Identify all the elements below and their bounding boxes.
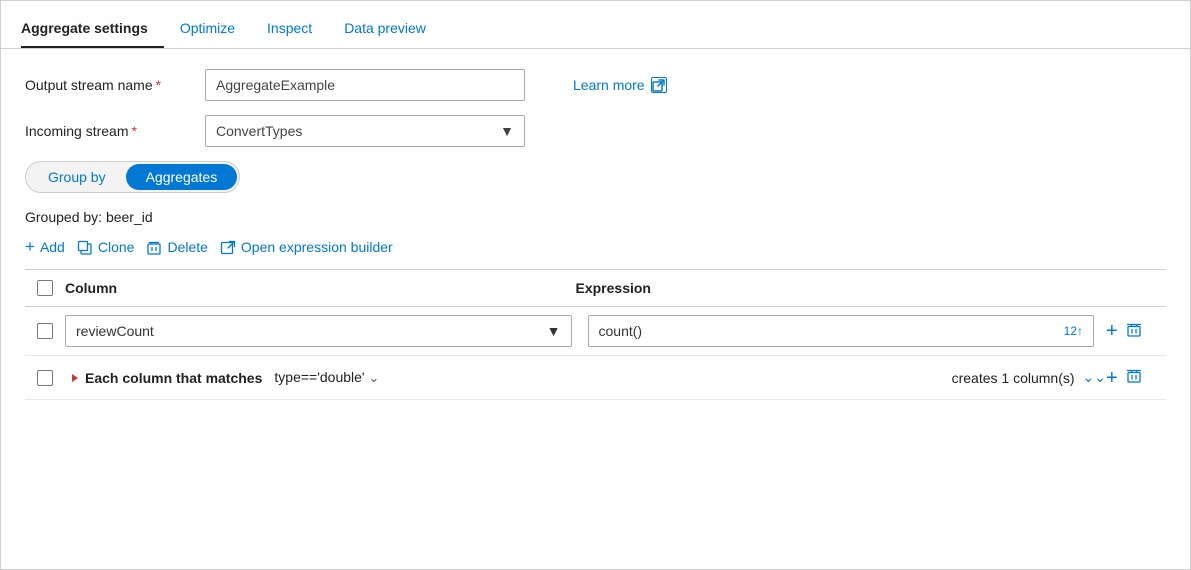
output-stream-label: Output stream name* [25, 77, 205, 93]
output-stream-row: Output stream name* Learn more [25, 69, 1166, 101]
delete-icon [146, 238, 162, 255]
clone-button[interactable]: Clone [77, 234, 147, 259]
open-expression-builder-icon [220, 238, 236, 255]
creates-text: creates 1 column(s) [952, 370, 1075, 386]
incoming-stream-select[interactable]: ConvertTypes ▼ [205, 115, 525, 147]
tab-data-preview[interactable]: Data preview [344, 8, 442, 48]
row2-chevron-down-icon: ⌄ [368, 370, 379, 385]
aggregates-toggle[interactable]: Aggregates [126, 164, 238, 190]
learn-more-icon [651, 77, 667, 93]
tab-optimize[interactable]: Optimize [180, 8, 251, 48]
incoming-stream-dropdown-icon: ▼ [500, 123, 514, 139]
row1-expression-field[interactable]: count() 12↑ [588, 315, 1095, 347]
column-header: Column [65, 280, 576, 296]
delete-button[interactable]: Delete [146, 234, 219, 259]
row2-filter-field[interactable]: type=='double' ⌄ [274, 369, 927, 386]
row2-actions: + [1106, 368, 1166, 388]
row1-add-button[interactable]: + [1106, 321, 1118, 341]
tab-bar: Aggregate settings Optimize Inspect Data… [1, 1, 1190, 49]
output-stream-required: * [156, 77, 161, 93]
group-by-toggle[interactable]: Group by [28, 164, 126, 190]
row2-checkbox[interactable] [37, 370, 53, 386]
tab-aggregate-settings[interactable]: Aggregate settings [21, 8, 164, 48]
row2-checkbox-col [25, 370, 65, 386]
tab-inspect[interactable]: Inspect [267, 8, 328, 48]
clone-icon [77, 238, 93, 255]
row1-checkbox-col [25, 323, 65, 339]
row1-dropdown-icon: ▼ [547, 323, 561, 339]
row1-line-num: 12↑ [1064, 324, 1083, 338]
header-checkbox-col [25, 280, 65, 296]
row2-expand-icon[interactable] [65, 372, 85, 384]
add-icon: + [25, 237, 35, 257]
toolbar: + Add Clone [25, 233, 1166, 261]
grouped-by-text: Grouped by: beer_id [25, 209, 1166, 225]
row2-delete-button[interactable] [1126, 368, 1142, 387]
learn-more-link[interactable]: Learn more [573, 77, 667, 93]
add-button[interactable]: + Add [25, 233, 77, 261]
row1-expression-field-wrapper: count() 12↑ [588, 315, 1095, 347]
row2-filter-wrapper: type=='double' ⌄ [274, 369, 927, 386]
incoming-stream-required: * [131, 123, 136, 139]
toggle-group: Group by Aggregates [25, 161, 240, 193]
row2-expand-actions: ⌄⌄ [1083, 369, 1106, 386]
row1-actions: + [1106, 321, 1166, 341]
each-column-text: Each column that matches [85, 370, 262, 386]
output-stream-input[interactable] [205, 69, 525, 101]
table-row: Each column that matches type=='double' … [25, 356, 1166, 400]
table: Column Expression reviewCount ▼ coun [25, 269, 1166, 400]
header-checkbox[interactable] [37, 280, 53, 296]
incoming-stream-row: Incoming stream* ConvertTypes ▼ [25, 115, 1166, 147]
incoming-stream-label: Incoming stream* [25, 123, 205, 139]
row2-double-chevron-icon[interactable]: ⌄⌄ [1083, 369, 1106, 386]
expression-header: Expression [576, 280, 1087, 296]
table-row: reviewCount ▼ count() 12↑ + [25, 307, 1166, 356]
row1-column-select[interactable]: reviewCount ▼ [65, 315, 572, 347]
open-expression-builder-button[interactable]: Open expression builder [220, 234, 405, 259]
content-area: Output stream name* Learn more Incoming … [1, 49, 1190, 569]
row1-checkbox[interactable] [37, 323, 53, 339]
row2-add-button[interactable]: + [1106, 368, 1118, 388]
row1-column-field-wrapper: reviewCount ▼ [65, 315, 572, 347]
row1-delete-button[interactable] [1126, 322, 1142, 341]
table-header: Column Expression [25, 270, 1166, 307]
